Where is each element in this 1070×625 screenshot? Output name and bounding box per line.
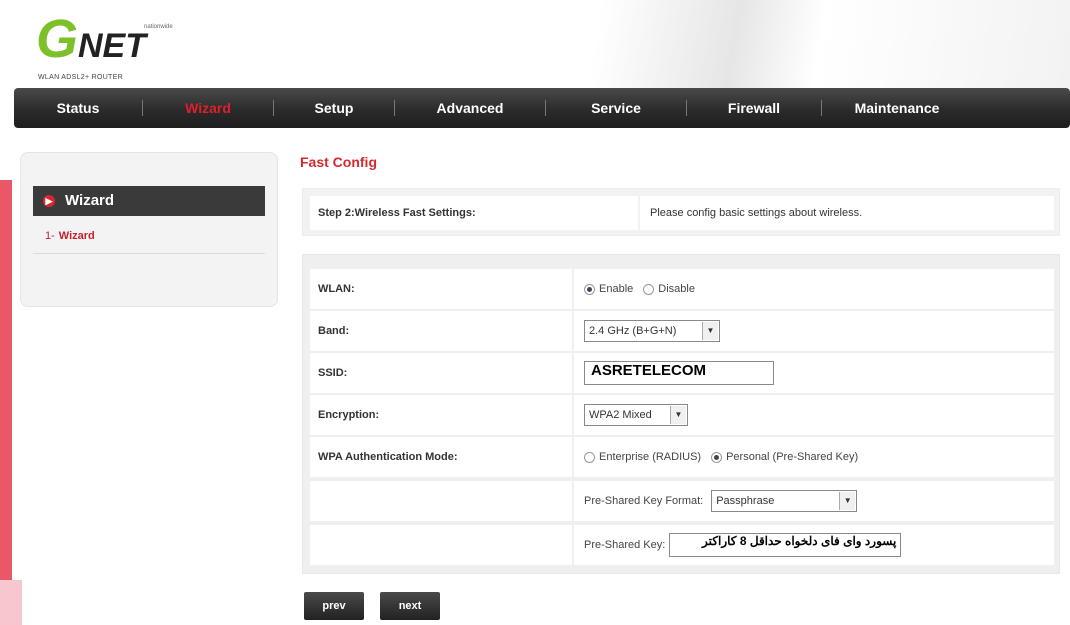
encryption-select-value: WPA2 Mixed [589,409,652,421]
psk-empty-label [310,525,572,565]
psk-format-select[interactable]: Passphrase ▼ [711,490,858,512]
sidebar-link-label: Wizard [58,230,95,242]
chevron-down-icon: ▼ [702,322,718,340]
nav-maintenance[interactable]: Maintenance [822,88,972,128]
chevron-down-icon: ▼ [839,492,856,510]
row-ssid: SSID: ASRETELECOM [310,353,1054,393]
prev-button[interactable]: prev [304,592,364,620]
step-info-box: Step 2:Wireless Fast Settings: Please co… [302,188,1060,236]
chevron-down-icon: ▼ [670,406,686,424]
logo-small-text: nationwide [144,24,173,30]
wlan-disable-label: Disable [658,283,695,295]
ssid-value: ASRETELECOM [574,353,1054,393]
step-label: Step 2:Wireless Fast Settings: [310,196,638,230]
psk-format-empty-label [310,481,572,521]
sidebar-item-wizard[interactable]: 1- Wizard [45,230,95,242]
page-title: Fast Config [300,154,377,170]
wireless-settings-form: WLAN: Enable Disable Band: 2.4 GHz (B+G+… [302,254,1060,574]
gnet-logo: G NET nationwide WLAN ADSL2+ ROUTER [36,10,186,82]
row-psk-format: Pre-Shared Key Format: Passphrase ▼ [310,481,1054,521]
sidebar-heading-label: Wizard [65,192,115,209]
decorative-red-edge [0,180,12,625]
row-wlan: WLAN: Enable Disable [310,269,1054,309]
main-nav: Status Wizard Setup Advanced Service Fir… [14,88,1070,128]
wpa-mode-value: Enterprise (RADIUS) Personal (Pre-Shared… [574,437,1054,477]
next-button[interactable]: next [380,592,440,620]
band-value: 2.4 GHz (B+G+N) ▼ [574,311,1054,351]
ssid-input[interactable]: ASRETELECOM [584,361,774,385]
psk-format-label: Pre-Shared Key Format: [584,495,704,507]
logo-net: NET [78,27,146,65]
wpa-mode-label: WPA Authentication Mode: [310,437,572,477]
decorative-pink-edge [0,580,22,625]
nav-advanced[interactable]: Advanced [395,88,545,128]
logo-subtitle: WLAN ADSL2+ ROUTER [38,74,123,81]
wlan-disable-radio[interactable] [643,283,655,295]
encryption-select[interactable]: WPA2 Mixed ▼ [584,404,688,426]
step-description: Please config basic settings about wirel… [640,196,1054,230]
sidebar: ▶ Wizard 1- Wizard [20,152,278,307]
wpa-personal-label: Personal (Pre-Shared Key) [726,451,859,463]
wpa-enterprise-radio[interactable] [584,451,595,463]
row-band: Band: 2.4 GHz (B+G+N) ▼ [310,311,1054,351]
logo-g: G [36,9,79,69]
nav-setup[interactable]: Setup [274,88,394,128]
sidebar-link-prefix: 1- [45,230,55,242]
psk-label: Pre-Shared Key: [584,539,666,551]
nav-service[interactable]: Service [546,88,686,128]
ssid-label: SSID: [310,353,572,393]
nav-wizard[interactable]: Wizard [143,88,273,128]
header: G NET nationwide WLAN ADSL2+ ROUTER [12,0,1070,88]
divider [33,253,265,254]
psk-format-value: Pre-Shared Key Format: Passphrase ▼ [574,481,1054,521]
encryption-value: WPA2 Mixed ▼ [574,395,1054,435]
encryption-label: Encryption: [310,395,572,435]
band-select[interactable]: 2.4 GHz (B+G+N) ▼ [584,320,720,342]
nav-status[interactable]: Status [14,88,142,128]
chevron-right-icon: ▶ [43,195,55,207]
wlan-value: Enable Disable [574,269,1054,309]
row-encryption: Encryption: WPA2 Mixed ▼ [310,395,1054,435]
wlan-label: WLAN: [310,269,572,309]
psk-value: Pre-Shared Key: پسورد وای فای دلخواه حدا… [574,525,1054,565]
wlan-enable-label: Enable [599,283,634,295]
wpa-enterprise-label: Enterprise (RADIUS) [599,451,702,463]
nav-firewall[interactable]: Firewall [687,88,821,128]
psk-format-select-value: Passphrase [716,495,775,507]
wpa-personal-radio[interactable] [711,451,723,463]
psk-input[interactable]: پسورد وای فای دلخواه حداقل 8 کاراکتر [669,533,902,557]
band-select-value: 2.4 GHz (B+G+N) [589,325,677,337]
wlan-enable-radio[interactable] [584,283,595,295]
row-psk: Pre-Shared Key: پسورد وای فای دلخواه حدا… [310,525,1054,565]
row-wpa-mode: WPA Authentication Mode: Enterprise (RAD… [310,437,1054,477]
band-label: Band: [310,311,572,351]
sidebar-heading: ▶ Wizard [33,186,265,216]
